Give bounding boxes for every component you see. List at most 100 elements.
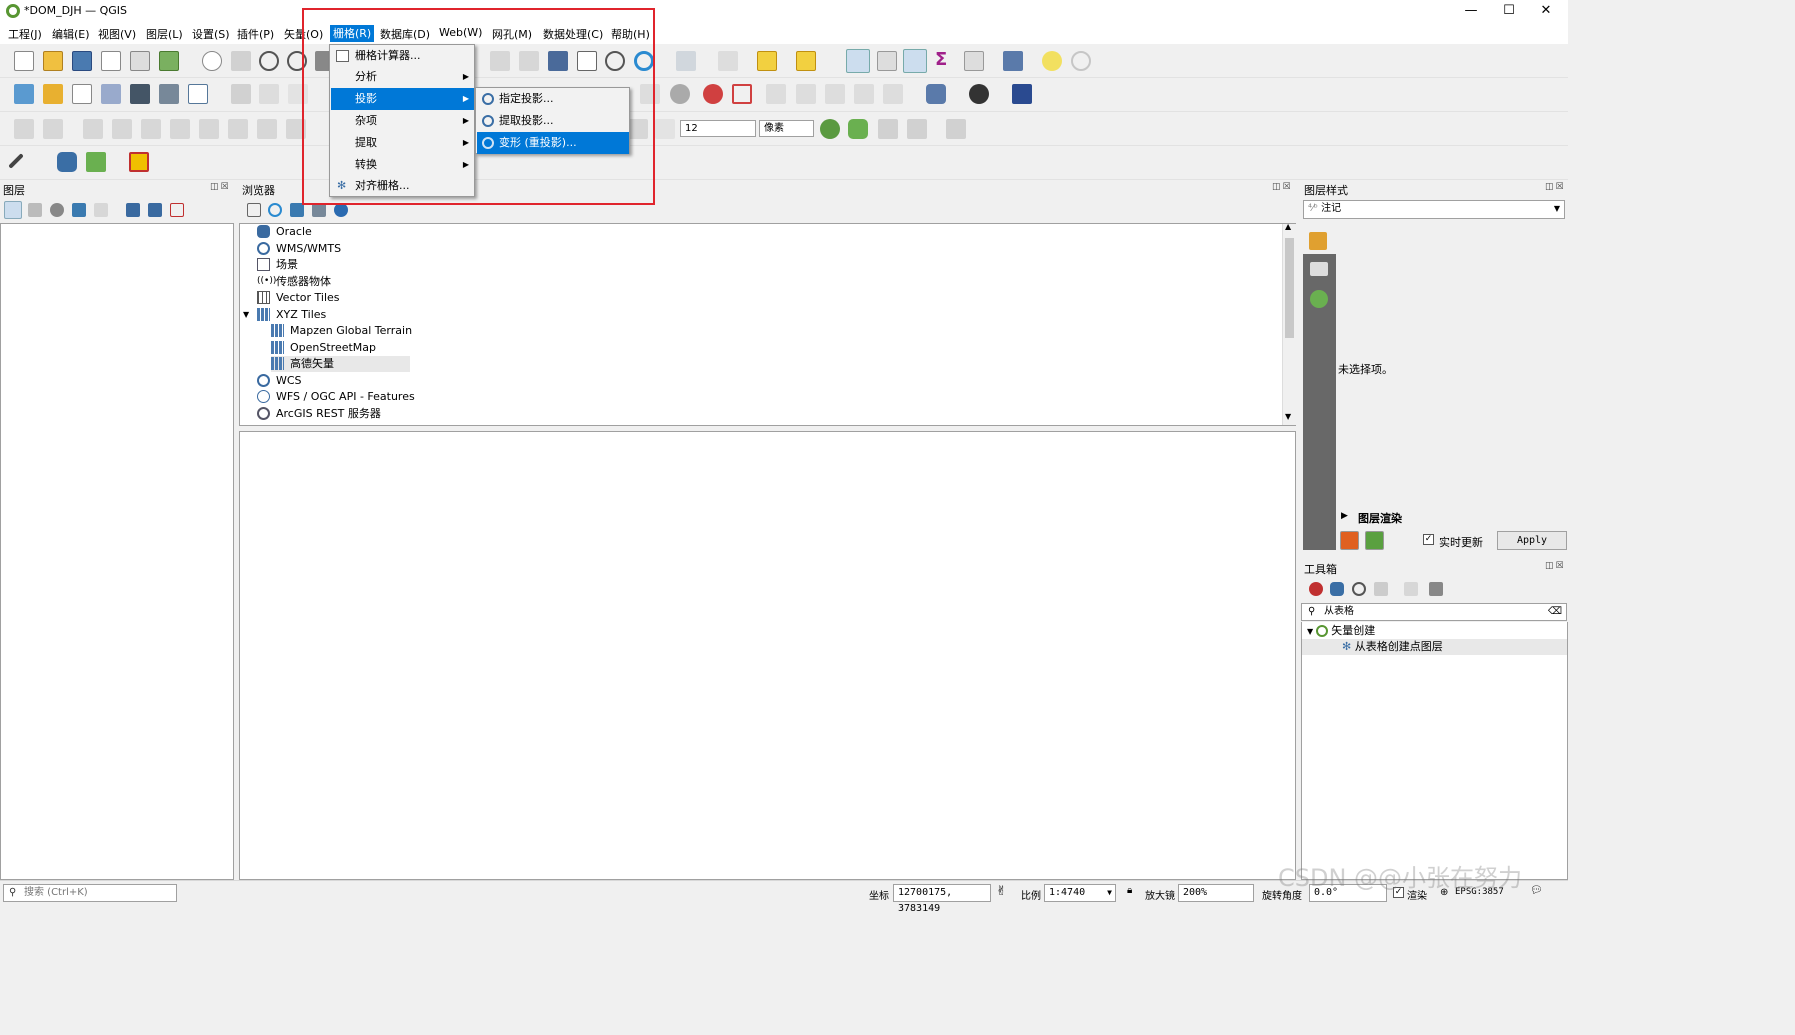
scroll-down-icon[interactable]: ▼ bbox=[1285, 412, 1291, 421]
browser-item-sensor[interactable]: ((•)) 传感器物体 bbox=[257, 274, 331, 290]
add-raster-layer-icon[interactable] bbox=[101, 84, 121, 104]
filter-legend-icon[interactable] bbox=[72, 203, 86, 217]
browser-filter-icon[interactable] bbox=[290, 203, 304, 217]
browser-float-close-icon[interactable]: ◫☒ bbox=[1272, 182, 1293, 192]
magnifier-spinbox[interactable]: 200% bbox=[1178, 884, 1254, 902]
browser-item-xyz-tiles[interactable]: ▼ XYZ Tiles bbox=[243, 307, 326, 323]
history-tab-icon[interactable] bbox=[1310, 290, 1328, 308]
digitize-polygon-icon[interactable] bbox=[83, 119, 103, 139]
digitize-line-icon[interactable] bbox=[43, 119, 63, 139]
select-by-value-icon[interactable] bbox=[718, 51, 738, 71]
select-features-icon[interactable] bbox=[676, 51, 696, 71]
data-source-manager-icon[interactable] bbox=[14, 84, 34, 104]
vector-tools-icon[interactable] bbox=[86, 152, 106, 172]
toolbox-float-close-icon[interactable]: ◫☒ bbox=[1545, 561, 1566, 571]
menu-layer[interactable]: 图层(L) bbox=[146, 26, 183, 42]
remove-layer-icon[interactable] bbox=[170, 203, 184, 217]
advanced-digitize-icon[interactable] bbox=[946, 119, 966, 139]
annotation-icon[interactable] bbox=[1042, 51, 1062, 71]
expand-rendering-icon[interactable]: ▶ bbox=[1341, 511, 1348, 521]
font-size-spinbox[interactable]: 12 bbox=[680, 120, 756, 137]
open-attribute-table-icon[interactable] bbox=[877, 51, 897, 71]
labels-tab-icon[interactable] bbox=[1310, 262, 1328, 276]
magic-wand-icon[interactable] bbox=[8, 153, 24, 169]
expand-all-icon[interactable] bbox=[126, 203, 140, 217]
close-button[interactable]: ✕ bbox=[1523, 0, 1569, 23]
add-virtual-layer-icon[interactable] bbox=[188, 84, 208, 104]
new-project-icon[interactable] bbox=[14, 51, 34, 71]
pan-icon[interactable] bbox=[202, 51, 222, 71]
statistics-sum-icon[interactable]: Σ bbox=[935, 49, 955, 70]
toolbox-tool-create-points-from-table[interactable]: ✻ 从表格创建点图层 bbox=[1302, 639, 1567, 655]
menu-project[interactable]: 工程(J) bbox=[8, 26, 42, 42]
layers-tree[interactable] bbox=[0, 223, 234, 880]
browser-refresh-icon[interactable] bbox=[268, 203, 282, 217]
coordinate-toggle-icon[interactable]: ✌ bbox=[996, 884, 1007, 899]
options-wrench-icon[interactable] bbox=[1429, 582, 1443, 596]
cut-features-icon[interactable] bbox=[170, 119, 190, 139]
digitize-point-icon[interactable] bbox=[14, 119, 34, 139]
browser-item-gaode[interactable]: 高德矢量 bbox=[271, 356, 410, 372]
toggle-editing-icon[interactable] bbox=[259, 84, 279, 104]
properties-info-icon[interactable] bbox=[334, 203, 348, 217]
symbology-brush-icon[interactable] bbox=[1309, 232, 1327, 250]
measure-icon[interactable] bbox=[964, 51, 984, 71]
menu-settings[interactable]: 设置(S) bbox=[192, 26, 230, 42]
scrollbar-thumb[interactable] bbox=[1285, 238, 1294, 338]
browser-item-scene[interactable]: 场景 bbox=[257, 257, 298, 273]
locator-icon[interactable] bbox=[1071, 51, 1091, 71]
new-print-layout-icon[interactable] bbox=[101, 51, 121, 71]
geometry-checker-icon[interactable] bbox=[820, 119, 840, 139]
copy-features-icon[interactable] bbox=[199, 119, 219, 139]
snapping-icon[interactable] bbox=[655, 119, 675, 139]
manage-visibility-icon[interactable] bbox=[50, 203, 64, 217]
menu-plugins[interactable]: 插件(P) bbox=[237, 26, 274, 42]
paste-features-icon[interactable] bbox=[228, 119, 248, 139]
models-icon[interactable] bbox=[1309, 582, 1323, 596]
locator-search-input[interactable]: ⚲ 搜索 (Ctrl+K) bbox=[3, 884, 177, 902]
undo-style-icon[interactable] bbox=[1340, 531, 1359, 550]
open-layer-styling-icon[interactable] bbox=[4, 201, 22, 219]
scale-combobox[interactable]: 1:4740 ▼ bbox=[1044, 884, 1116, 902]
processing-toolbox-icon[interactable] bbox=[903, 49, 927, 73]
show-hide-label-icon[interactable] bbox=[883, 84, 903, 104]
browser-item-mapzen[interactable]: Mapzen Global Terrain bbox=[271, 323, 412, 339]
pin-labels-icon[interactable] bbox=[670, 84, 690, 104]
browser-tree[interactable]: Oracle WMS/WMTS 场景 ((•)) 传感器物体 Vector Til… bbox=[239, 222, 1296, 426]
undo-icon[interactable] bbox=[257, 119, 277, 139]
help-contents-icon[interactable] bbox=[1012, 84, 1032, 104]
python-console-icon[interactable] bbox=[57, 152, 77, 172]
coordinate-field[interactable]: 12700175, 3783149 bbox=[893, 884, 991, 914]
styling-float-close-icon[interactable]: ◫☒ bbox=[1545, 182, 1566, 192]
redo-style-icon[interactable] bbox=[1365, 531, 1384, 550]
live-update-checkbox[interactable]: ✓ bbox=[1423, 534, 1434, 545]
show-labels-icon[interactable] bbox=[703, 84, 723, 104]
apply-button[interactable]: Apply bbox=[1497, 531, 1567, 550]
select-location-icon[interactable] bbox=[796, 51, 816, 71]
layer-style-selector[interactable]: ⁴⁄ᵇ 注记 ▼ bbox=[1303, 200, 1565, 219]
add-selected-layers-icon[interactable] bbox=[247, 203, 261, 217]
expand-arrow-icon[interactable]: ▼ bbox=[1307, 627, 1316, 636]
toolbox-search-input[interactable]: ⚲ 从表格 ⌫ bbox=[1301, 603, 1567, 621]
history-icon[interactable] bbox=[1352, 582, 1366, 596]
browser-item-arcgis[interactable]: ArcGIS REST 服务器 bbox=[257, 406, 381, 422]
browser-item-wfs[interactable]: WFS / OGC API - Features bbox=[257, 389, 415, 405]
vertex-tool-icon[interactable] bbox=[112, 119, 132, 139]
results-viewer-icon[interactable] bbox=[1374, 582, 1388, 596]
style-manager-icon[interactable] bbox=[159, 51, 179, 71]
collapse-all-icon[interactable] bbox=[148, 203, 162, 217]
layout-manager-icon[interactable] bbox=[130, 51, 150, 71]
browser-item-osm[interactable]: OpenStreetMap bbox=[271, 340, 376, 356]
browser-item-oracle[interactable]: Oracle bbox=[257, 224, 312, 240]
georeferencer-icon[interactable] bbox=[129, 152, 149, 172]
pan-to-selection-icon[interactable] bbox=[231, 51, 251, 71]
expand-arrow-icon[interactable]: ▼ bbox=[243, 307, 249, 323]
collapse-all-browser-icon[interactable] bbox=[312, 203, 326, 217]
browser-item-vector-tiles[interactable]: Vector Tiles bbox=[257, 290, 340, 306]
db-manager-icon[interactable] bbox=[926, 84, 946, 104]
menu-view[interactable]: 视图(V) bbox=[98, 26, 136, 42]
move-label-icon[interactable] bbox=[766, 84, 786, 104]
change-label-icon[interactable] bbox=[825, 84, 845, 104]
delete-selected-icon[interactable] bbox=[141, 119, 161, 139]
save-project-icon[interactable] bbox=[72, 51, 92, 71]
